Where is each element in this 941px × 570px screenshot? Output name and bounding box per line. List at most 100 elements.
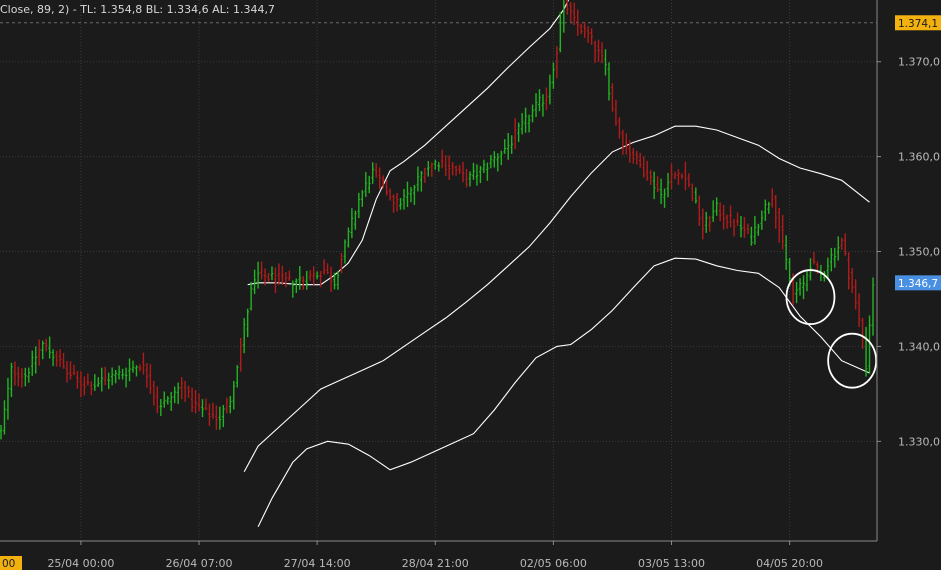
- price-bar: [750, 226, 753, 246]
- price-bar: [541, 94, 545, 117]
- x-first-label-text: 00: [2, 558, 15, 570]
- price-bar: [517, 122, 521, 142]
- price-bar: [347, 227, 350, 248]
- price-bar: [767, 201, 771, 214]
- price-bar: [711, 200, 715, 222]
- price-bar: [840, 237, 844, 250]
- y-tick-label: 1.370,0: [898, 56, 940, 69]
- price-bar: [812, 251, 816, 265]
- price-bar: [329, 266, 333, 292]
- price-bar: [308, 270, 312, 281]
- band-top-line: [247, 0, 570, 286]
- price-bar: [406, 181, 409, 208]
- price-bar: [458, 164, 461, 175]
- price-bar: [419, 170, 423, 192]
- price-bar: [277, 263, 281, 285]
- price-bar: [312, 266, 316, 285]
- price-bar: [482, 159, 486, 173]
- price-bar: [531, 104, 534, 123]
- price-bar: [631, 148, 635, 164]
- price-bar: [638, 152, 642, 168]
- high-price-badge-text: 1.374,1: [898, 18, 938, 30]
- price-bar: [725, 214, 729, 229]
- price-bar: [315, 271, 319, 280]
- x-tick-label: 28/04 21:00: [402, 557, 469, 570]
- price-bar: [16, 366, 20, 387]
- price-bar: [659, 178, 663, 204]
- price-bar: [218, 406, 222, 430]
- price-bar: [826, 257, 830, 279]
- price-bar: [214, 405, 218, 430]
- last-price-badge-text: 1.346,7: [898, 278, 938, 290]
- price-bar: [492, 151, 496, 168]
- x-tick-label: 26/04 07:00: [166, 557, 233, 570]
- price-bar: [753, 216, 757, 245]
- price-bar: [694, 187, 698, 204]
- price-bar: [201, 399, 204, 418]
- price-chart[interactable]: 1.370,0 1.360,0 1.350,0 1.340,0 1.330,0 1.374…: [0, 0, 941, 570]
- price-bar: [13, 361, 17, 386]
- price-bar: [291, 280, 295, 298]
- price-bar: [371, 162, 375, 184]
- price-bar: [701, 208, 705, 240]
- price-bar: [402, 189, 406, 210]
- price-bar: [142, 352, 145, 375]
- price-bar: [235, 365, 239, 388]
- price-bar: [506, 133, 510, 160]
- price-bar: [350, 208, 354, 239]
- y-tick-label: 1.360,0: [898, 151, 940, 164]
- price-bar: [124, 367, 128, 388]
- price-bar: [722, 204, 726, 230]
- price-bar: [34, 346, 38, 374]
- high-price-badge: 1.374,1: [895, 15, 941, 31]
- price-bar: [270, 266, 274, 281]
- price-bar: [69, 361, 72, 380]
- grid-layer: [0, 0, 877, 541]
- price-bar: [399, 197, 402, 210]
- price-bar: [166, 396, 170, 405]
- price-bar: [353, 210, 357, 230]
- price-bar: [857, 293, 861, 327]
- y-axis: 1.370,0 1.360,0 1.350,0 1.340,0 1.330,0 1.374…: [877, 15, 941, 448]
- price-bar: [413, 184, 416, 205]
- price-bar: [861, 317, 864, 349]
- price-bar: [430, 162, 434, 177]
- price-bar: [30, 350, 34, 376]
- price-bar: [475, 164, 479, 186]
- price-bar: [555, 46, 559, 79]
- price-bar: [246, 308, 250, 338]
- price-bar: [10, 362, 13, 398]
- price-bar: [437, 162, 441, 172]
- price-bars: [0, 0, 875, 440]
- price-bar: [176, 382, 180, 405]
- price-bar: [465, 168, 468, 188]
- price-bar: [100, 367, 104, 392]
- price-bar: [624, 133, 628, 155]
- price-bar: [131, 360, 135, 373]
- price-bar: [729, 205, 732, 228]
- price-bar: [454, 165, 458, 176]
- price-bar: [670, 163, 673, 190]
- price-bar: [107, 372, 111, 390]
- price-bar: [41, 340, 45, 360]
- price-bar: [697, 195, 701, 226]
- price-bar: [736, 212, 739, 226]
- price-bar: [718, 202, 722, 222]
- price-bar: [593, 40, 597, 63]
- price-bar: [374, 163, 378, 178]
- price-bar: [208, 403, 211, 426]
- price-bar: [228, 396, 232, 414]
- price-bar: [281, 265, 284, 286]
- price-bar: [687, 173, 691, 188]
- x-tick-label: 25/04 00:00: [47, 557, 114, 570]
- price-bar: [148, 364, 152, 394]
- price-bar: [128, 358, 131, 382]
- price-bar: [864, 326, 868, 377]
- price-bar: [833, 247, 837, 268]
- price-bar: [798, 278, 802, 296]
- price-bar: [0, 425, 3, 440]
- price-bar: [169, 391, 173, 411]
- price-bar: [614, 99, 618, 126]
- price-bar: [82, 376, 86, 396]
- price-bar: [173, 386, 177, 404]
